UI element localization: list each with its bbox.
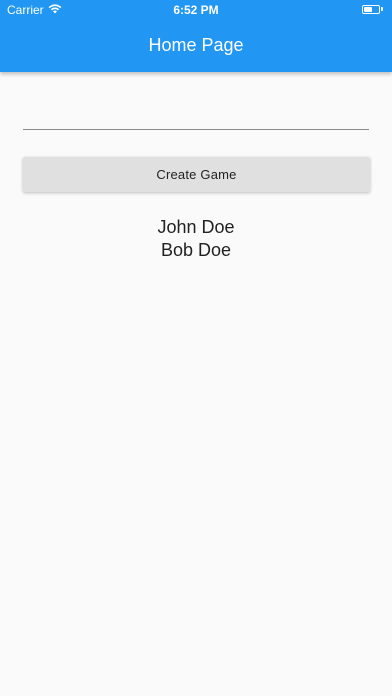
list-item: Bob Doe <box>160 240 232 260</box>
list-item: John Doe <box>157 217 235 237</box>
player-list: John Doe Bob Doe <box>0 216 392 262</box>
status-time: 6:52 PM <box>173 3 219 17</box>
create-game-button[interactable]: Create Game <box>23 157 370 192</box>
battery-icon <box>362 4 384 14</box>
page-title: Home Page <box>148 35 244 55</box>
app-bar: Carrier 6:52 PM Home Page <box>0 0 392 72</box>
game-name-input[interactable] <box>23 100 369 130</box>
status-bar: Carrier 6:52 PM <box>0 0 392 20</box>
